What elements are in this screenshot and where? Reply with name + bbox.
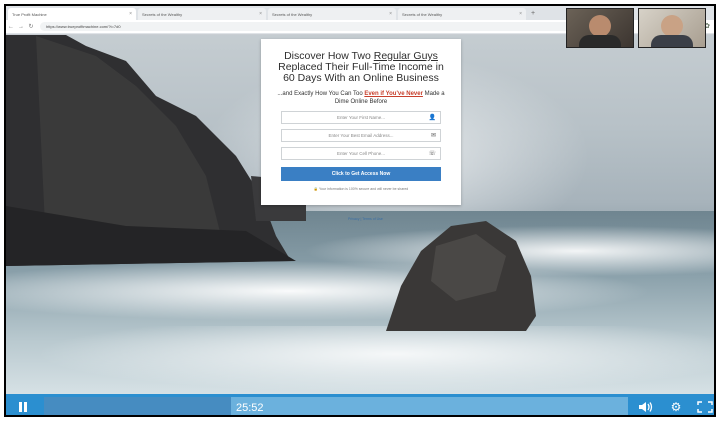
- tab-label: Secrets of the Wealthy: [402, 11, 443, 17]
- tab-label: True Profit Machine: [12, 11, 47, 17]
- settings-button[interactable]: ⚙: [661, 394, 691, 415]
- pause-button[interactable]: [8, 394, 38, 415]
- wave-foam: [6, 326, 714, 396]
- video-frame: True Profit Machine × Secrets of the Wea…: [4, 4, 716, 417]
- person-head: [589, 15, 611, 37]
- get-access-button[interactable]: Click to Get Access Now: [281, 167, 441, 181]
- pause-icon: [19, 401, 27, 412]
- webcam-feed: [566, 8, 634, 48]
- optin-headline: Discover How Two Regular Guys Replaced T…: [271, 51, 451, 84]
- wave-foam: [6, 256, 714, 326]
- progress-fill: [44, 397, 231, 415]
- first-name-field[interactable]: Enter Your First Name... 👤: [281, 111, 441, 124]
- fullscreen-icon: [697, 400, 713, 413]
- lock-icon: 🔒: [313, 187, 319, 191]
- person-head: [661, 15, 683, 37]
- field-placeholder: Enter Your Best Email Address...: [328, 133, 394, 138]
- email-field[interactable]: Enter Your Best Email Address... ✉: [281, 129, 441, 142]
- reload-icon[interactable]: ↻: [26, 23, 36, 30]
- envelope-icon: ✉: [430, 133, 436, 139]
- subheadline-emphasis: Even if You've Never: [364, 91, 423, 97]
- optin-card: Discover How Two Regular Guys Replaced T…: [261, 39, 461, 205]
- close-icon[interactable]: ×: [129, 11, 132, 17]
- volume-icon: [639, 401, 653, 412]
- fullscreen-button[interactable]: [690, 394, 714, 415]
- privacy-text: Your information is 100% secure and will…: [319, 187, 409, 191]
- forward-arrow-icon[interactable]: →: [16, 24, 26, 30]
- back-arrow-icon[interactable]: ←: [6, 24, 16, 30]
- footer-links[interactable]: Privacy | Terms of Use: [348, 217, 383, 221]
- privacy-note: 🔒 Your information is 100% secure and wi…: [261, 187, 461, 191]
- user-icon: 👤: [428, 115, 436, 121]
- new-tab-button[interactable]: +: [528, 8, 538, 20]
- close-icon[interactable]: ×: [259, 11, 262, 17]
- sea-rock: [386, 221, 536, 331]
- browser-tab[interactable]: Secrets of the Wealthy ×: [138, 8, 266, 20]
- browser-tabs: True Profit Machine × Secrets of the Wea…: [8, 8, 538, 20]
- field-placeholder: Enter Your Cell Phone...: [336, 151, 386, 156]
- webcam-feed: [638, 8, 706, 48]
- current-time: 25:52: [236, 402, 264, 414]
- tab-label: Secrets of the Wealthy: [272, 11, 313, 17]
- browser-tab[interactable]: True Profit Machine ×: [8, 8, 136, 20]
- video-controls: 25:52 ⚙: [6, 394, 714, 415]
- volume-button[interactable]: [631, 394, 661, 415]
- person-body: [579, 35, 621, 47]
- close-icon[interactable]: ×: [389, 11, 392, 17]
- optin-subheadline: ...and Exactly How You Can Too Even if Y…: [273, 90, 449, 106]
- progress-bar[interactable]: 25:52: [44, 397, 628, 415]
- phone-field[interactable]: Enter Your Cell Phone... ☏: [281, 147, 441, 160]
- browser-tab[interactable]: Secrets of the Wealthy ×: [268, 8, 396, 20]
- field-placeholder: Enter Your First Name...: [336, 115, 386, 120]
- video-stage[interactable]: True Profit Machine × Secrets of the Wea…: [6, 6, 714, 415]
- gear-icon: ⚙: [670, 399, 682, 414]
- phone-icon: ☏: [428, 151, 436, 157]
- person-body: [651, 35, 693, 47]
- address-bar[interactable]: https://www.trueprofitmachine.com/?t=7d0: [40, 22, 600, 31]
- headline-text: Replaced Their Full-Time Income in 60 Da…: [278, 61, 444, 84]
- subheadline-text: ...and Exactly How You Can Too: [277, 91, 365, 97]
- browser-tab[interactable]: Secrets of the Wealthy ×: [398, 8, 526, 20]
- url-text: https://www.trueprofitmachine.com/?t=7d0: [46, 24, 121, 29]
- tab-label: Secrets of the Wealthy: [142, 11, 183, 17]
- close-icon[interactable]: ×: [519, 11, 522, 17]
